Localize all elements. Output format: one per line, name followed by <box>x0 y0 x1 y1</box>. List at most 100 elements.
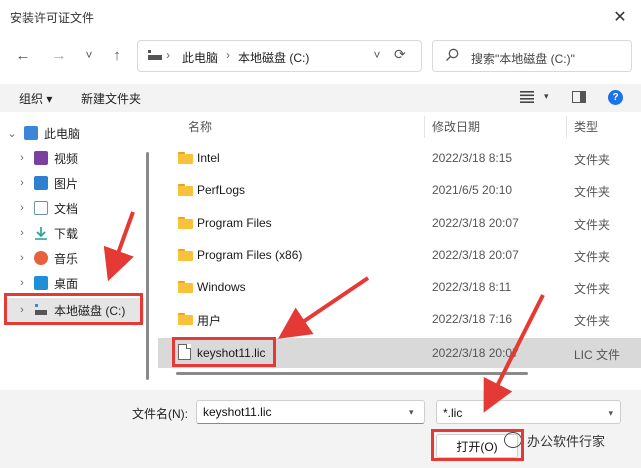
file-row[interactable]: 用户 2022/3/18 7:16 文件夹 <box>158 304 641 334</box>
file-row[interactable]: PerfLogs 2021/6/5 20:10 文件夹 <box>158 175 641 205</box>
file-type: 文件夹 <box>574 218 611 232</box>
breadcrumb-this-pc[interactable]: 此电脑 <box>182 49 218 66</box>
file-type: LIC 文件 <box>574 348 621 362</box>
file-list-horizontal-scrollbar[interactable] <box>176 372 528 375</box>
search-icon <box>446 48 459 61</box>
highlight-open-button <box>431 429 524 461</box>
chevron-right-icon[interactable]: › <box>16 252 28 264</box>
search-placeholder: 搜索"本地磁盘 (C:)" <box>471 52 575 66</box>
file-type: 文件夹 <box>574 314 611 328</box>
sidebar-item-videos[interactable]: › 视频 <box>16 146 146 170</box>
file-row[interactable]: Windows 2022/3/18 8:11 文件夹 <box>158 272 641 302</box>
close-icon[interactable]: ✕ <box>607 5 633 29</box>
this-pc-icon <box>148 50 162 60</box>
breadcrumb-separator: › <box>166 48 170 62</box>
preview-pane-icon[interactable] <box>572 91 586 103</box>
file-date: 2022/3/18 20:07 <box>432 216 519 230</box>
sidebar-item-label: 桌面 <box>54 276 79 291</box>
chevron-right-icon[interactable]: › <box>16 202 28 214</box>
filename-input[interactable] <box>196 400 425 424</box>
picture-icon <box>34 176 48 190</box>
folder-icon <box>178 313 193 325</box>
refresh-icon[interactable]: ⟳ <box>394 46 406 63</box>
sidebar-item-label: 音乐 <box>54 251 79 266</box>
file-row[interactable]: Program Files (x86) 2022/3/18 20:07 文件夹 <box>158 240 641 270</box>
sidebar-scrollbar[interactable] <box>146 152 149 380</box>
desktop-icon <box>34 276 48 290</box>
file-date: 2022/3/18 8:15 <box>432 151 513 165</box>
forward-arrow-icon[interactable]: → <box>48 44 70 66</box>
folder-icon <box>178 152 193 164</box>
file-type: 文件夹 <box>574 153 611 167</box>
file-row[interactable]: Intel 2022/3/18 8:15 文件夹 <box>158 143 641 173</box>
highlight-local-disk <box>4 293 143 325</box>
folder-icon <box>178 217 193 229</box>
folder-icon <box>178 249 193 261</box>
navigation-bar: ← → ˅ ↑ › 此电脑 › 本地磁盘 (C:) ˅ ⟳ 搜索"本地磁盘 (C… <box>0 34 641 78</box>
file-type-filter[interactable]: *.lic ▾ <box>436 400 621 424</box>
highlight-license-file <box>172 337 276 367</box>
file-date: 2022/3/18 20:07 <box>432 346 519 360</box>
file-type: 文件夹 <box>574 250 611 264</box>
search-box[interactable]: 搜索"本地磁盘 (C:)" <box>432 40 632 72</box>
dialog-footer: 文件名(N): ▾ *.lic ▾ 打开(O) 办公软件行家 <box>0 390 641 468</box>
watermark-text: 办公软件行家 <box>527 433 606 449</box>
column-header-name[interactable]: 名称 <box>188 118 212 135</box>
chevron-right-icon[interactable]: › <box>16 227 28 239</box>
sidebar-item-label: 下载 <box>54 226 79 241</box>
column-header-type[interactable]: 类型 <box>574 118 598 135</box>
sidebar-item-label: 图片 <box>54 176 79 191</box>
video-icon <box>34 151 48 165</box>
music-icon <box>34 251 48 265</box>
sidebar-item-documents[interactable]: › 文档 <box>16 196 146 220</box>
file-type: 文件夹 <box>574 185 611 199</box>
folder-icon <box>178 281 193 293</box>
filename-label: 文件名(N): <box>132 407 188 421</box>
sidebar-item-pictures[interactable]: › 图片 <box>16 171 146 195</box>
filename-dropdown-icon[interactable]: ▾ <box>409 407 414 418</box>
view-options-caret-icon[interactable]: ▾ <box>544 91 549 102</box>
file-date: 2021/6/5 20:10 <box>432 183 513 197</box>
file-date: 2022/3/18 7:16 <box>432 312 513 326</box>
chevron-right-icon[interactable]: › <box>16 152 28 164</box>
sidebar-item-desktop[interactable]: › 桌面 <box>16 271 146 295</box>
recent-locations-chevron-icon[interactable]: ˅ <box>78 44 100 66</box>
sidebar-item-downloads[interactable]: › 下载 <box>16 221 146 245</box>
sidebar-item-label: 此电脑 <box>44 126 81 141</box>
sidebar-item-label: 视频 <box>54 151 79 166</box>
help-icon[interactable]: ? <box>608 90 623 105</box>
file-type-filter-value: *.lic <box>443 406 463 420</box>
new-folder-button[interactable]: 新建文件夹 <box>81 90 141 107</box>
title-bar: 安装许可证文件 ✕ <box>0 0 641 34</box>
chevron-right-icon[interactable]: › <box>16 177 28 189</box>
view-options-icon[interactable] <box>520 91 534 103</box>
file-name: Windows <box>197 280 246 294</box>
file-date: 2022/3/18 20:07 <box>432 248 519 262</box>
expanded-chevron-icon[interactable]: ⌄ <box>6 127 18 140</box>
file-type: 文件夹 <box>574 282 611 296</box>
file-name: PerfLogs <box>197 183 246 197</box>
column-divider[interactable] <box>566 116 567 138</box>
file-name: 用户 <box>197 314 222 328</box>
sidebar-item-this-pc[interactable]: ⌄ 此电脑 <box>6 121 146 145</box>
address-dropdown-icon[interactable]: ˅ <box>366 44 388 66</box>
file-row[interactable]: Program Files 2022/3/18 20:07 文件夹 <box>158 208 641 238</box>
sidebar-item-music[interactable]: › 音乐 <box>16 246 146 270</box>
back-arrow-icon[interactable]: ← <box>12 44 34 66</box>
breadcrumb-local-disk[interactable]: 本地磁盘 (C:) <box>238 49 309 66</box>
breadcrumb-separator: › <box>226 48 230 62</box>
chevron-right-icon[interactable]: › <box>16 277 28 289</box>
navigation-pane: ⌄ 此电脑 › 视频 › 图片 › 文档 › 下载 › 音乐 › 桌面 › 本地… <box>0 112 155 390</box>
window-title: 安装许可证文件 <box>10 11 95 25</box>
column-header-date[interactable]: 修改日期 <box>432 118 480 135</box>
file-name: Program Files <box>197 216 272 230</box>
organize-menu[interactable]: 组织 ▾ <box>19 90 52 107</box>
column-divider[interactable] <box>424 116 425 138</box>
sidebar-item-label: 文档 <box>54 201 79 216</box>
command-toolbar: 组织 ▾ 新建文件夹 ▾ ? <box>0 84 641 112</box>
computer-icon <box>24 126 38 140</box>
up-arrow-icon[interactable]: ↑ <box>106 44 128 66</box>
file-name: Program Files (x86) <box>197 248 303 262</box>
chevron-down-icon[interactable]: ▾ <box>608 408 613 419</box>
document-icon <box>34 201 48 215</box>
